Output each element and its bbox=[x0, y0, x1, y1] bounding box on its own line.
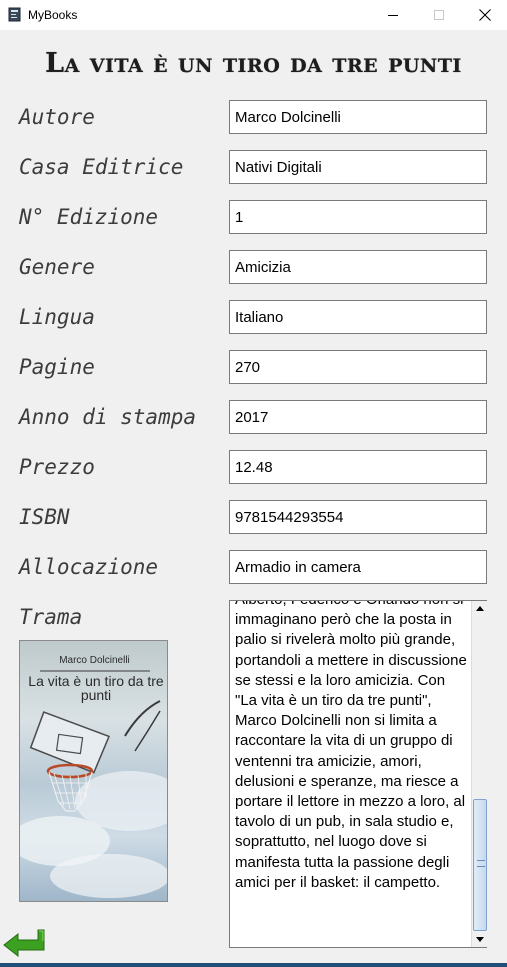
back-arrow-icon bbox=[3, 929, 45, 958]
maximize-button[interactable] bbox=[416, 0, 462, 30]
allocazione-field[interactable] bbox=[229, 550, 487, 584]
trama-textarea[interactable]: Alberto, Federico e Orlando non si immag… bbox=[229, 600, 487, 948]
anno-field[interactable] bbox=[229, 400, 487, 434]
close-icon bbox=[479, 9, 491, 21]
autore-field[interactable] bbox=[229, 100, 487, 134]
lingua-label: Lingua bbox=[19, 305, 95, 329]
scroll-down-button[interactable] bbox=[472, 932, 488, 947]
window-title: MyBooks bbox=[28, 8, 78, 22]
arrow-down-icon bbox=[476, 937, 484, 942]
pagine-label: Pagine bbox=[19, 355, 95, 379]
isbn-label: ISBN bbox=[19, 505, 70, 529]
cover-title: La vita è un tiro da tre punti bbox=[28, 673, 164, 703]
arrow-up-icon bbox=[476, 606, 484, 611]
edizione-label: N° Edizione bbox=[19, 205, 159, 229]
edizione-field[interactable] bbox=[229, 200, 487, 234]
allocazione-label: Allocazione bbox=[19, 555, 159, 579]
maximize-icon bbox=[434, 10, 444, 20]
window-bottom-edge bbox=[0, 963, 507, 967]
trama-label: Trama bbox=[19, 605, 83, 629]
book-title: La vita è un tiro da tre punti bbox=[45, 48, 462, 79]
autore-label: Autore bbox=[19, 105, 95, 129]
scroll-grip-icon bbox=[477, 860, 485, 867]
isbn-field[interactable] bbox=[229, 500, 487, 534]
back-button[interactable] bbox=[2, 928, 46, 958]
minimize-icon bbox=[388, 15, 398, 16]
anno-label: Anno di stampa bbox=[19, 405, 197, 429]
book-cover-image: Marco Dolcinelli La vita è un tiro da tr… bbox=[19, 640, 168, 902]
cover-author: Marco Dolcinelli bbox=[59, 655, 130, 666]
scroll-thumb[interactable] bbox=[473, 799, 487, 931]
genere-label: Genere bbox=[19, 255, 95, 279]
title-bar: MyBooks bbox=[0, 0, 507, 30]
genere-field[interactable] bbox=[229, 250, 487, 284]
scroll-up-button[interactable] bbox=[472, 601, 488, 616]
casa-editrice-label: Casa Editrice bbox=[19, 155, 184, 179]
close-button[interactable] bbox=[462, 0, 507, 30]
prezzo-label: Prezzo bbox=[19, 455, 95, 479]
lingua-field[interactable] bbox=[229, 300, 487, 334]
casa-editrice-field[interactable] bbox=[229, 150, 487, 184]
minimize-button[interactable] bbox=[370, 0, 416, 30]
trama-scrollbar[interactable] bbox=[471, 601, 488, 947]
pagine-field[interactable] bbox=[229, 350, 487, 384]
prezzo-field[interactable] bbox=[229, 450, 487, 484]
trama-text: Alberto, Federico e Orlando non si immag… bbox=[235, 601, 467, 891]
book-app-icon bbox=[8, 7, 21, 22]
